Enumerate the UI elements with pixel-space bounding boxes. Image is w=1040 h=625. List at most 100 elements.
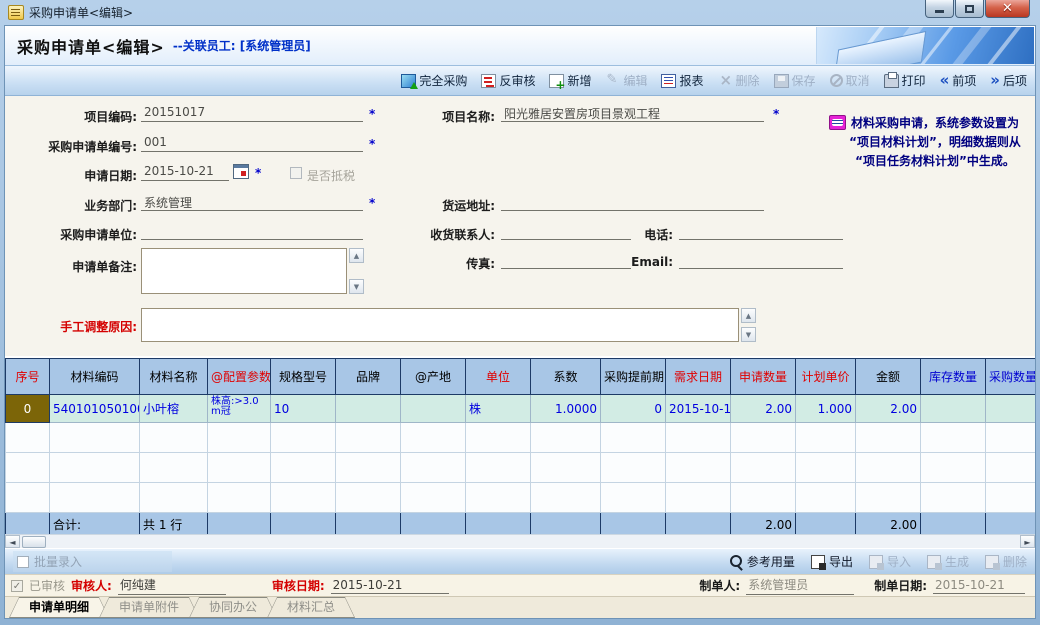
unapprove-button[interactable]: 反审核 [481,72,535,89]
email-field[interactable] [679,252,843,269]
col-header-amount[interactable]: 金额 [856,359,921,395]
export-button[interactable]: 导出 [811,553,853,570]
create-date-field[interactable]: 2015-10-21 [933,578,1025,594]
contact-field[interactable] [501,223,631,240]
delete-rows-button[interactable]: 删除 [985,553,1027,570]
scrollbar-thumb[interactable] [22,536,46,548]
audit-date-label: 审核日期: [272,577,325,594]
fax-field[interactable] [501,252,631,269]
col-header-stock-qty[interactable]: 库存数量 [921,359,986,395]
phone-field[interactable] [679,223,843,240]
cancel-button[interactable]: 取消 [830,72,870,89]
col-header-unit[interactable]: 单位 [466,359,531,395]
request-org-field[interactable] [141,223,363,240]
col-header-purchase-qty[interactable]: 采购数量 [986,359,1036,395]
empty-grid-row [6,423,1036,453]
maximize-button[interactable] [955,0,984,18]
creator-field[interactable]: 系统管理员 [746,576,854,595]
hint-line: “项目材料计划”，明细数据则从 [849,135,1021,149]
auditor-field[interactable]: 何纯建 [118,576,226,595]
tab-collaboration[interactable]: 协同办公 [189,597,277,618]
generate-button[interactable]: 生成 [927,553,969,570]
page-title: 采购申请单<编辑> [17,34,165,58]
cell-unit[interactable]: 株 [466,395,531,423]
previous-item-button[interactable]: «前项 [940,72,977,89]
cell-origin[interactable] [401,395,466,423]
row-index-cell[interactable]: 0 [6,395,50,423]
remark-scrollbar[interactable]: ▲▼ [349,248,364,294]
remark-textarea[interactable] [141,248,347,294]
request-date-field[interactable]: 2015-10-21 [141,164,229,181]
manual-reason-scrollbar[interactable]: ▲▼ [741,308,756,342]
cell-purchase-qty[interactable] [986,395,1036,423]
cell-material-code[interactable]: 540101050100007 [50,395,140,423]
batch-entry-checkbox[interactable] [17,556,29,568]
col-header-demand-date[interactable]: 需求日期 [666,359,731,395]
approved-checkbox[interactable]: ✓ [11,580,23,592]
cell-config-params[interactable]: 株高:>3.0m冠 [208,395,271,423]
manual-reason-textarea[interactable] [141,308,739,342]
close-button[interactable]: ✕ [985,0,1030,18]
cell-plan-price[interactable]: 1.000 [796,395,856,423]
cell-stock-qty[interactable] [921,395,986,423]
hint-line: “项目任务材料计划”中生成。 [855,154,1015,168]
import-button[interactable]: 导入 [869,553,911,570]
save-button[interactable]: 保存 [774,72,816,89]
email-label: Email: [613,255,673,269]
edit-button[interactable]: 编辑 [605,72,647,89]
col-header-origin[interactable]: @产地 [401,359,466,395]
cell-coefficient[interactable]: 1.0000 [531,395,601,423]
project-code-field[interactable]: 20151017 [141,105,363,122]
tab-request-attachments[interactable]: 申请单附件 [99,597,199,618]
tab-request-detail[interactable]: 申请单明细 [9,597,109,618]
scroll-left-icon[interactable]: ◄ [5,535,20,548]
add-button[interactable]: 新增 [549,72,591,89]
shipping-address-field[interactable] [501,194,764,211]
cancel-icon [830,74,843,87]
scroll-up-icon[interactable]: ▲ [349,248,364,263]
col-header-spec-model[interactable]: 规格型号 [271,359,336,395]
next-item-button[interactable]: »后项 [990,72,1027,89]
calendar-icon[interactable] [233,164,249,179]
print-button[interactable]: 打印 [884,72,926,89]
batch-entry-label: 批量录入 [34,553,82,570]
cell-amount[interactable]: 2.00 [856,395,921,423]
tax-checkbox[interactable] [290,167,302,179]
scroll-up-icon[interactable]: ▲ [741,308,756,323]
reference-usage-button[interactable]: 参考用量 [730,553,795,570]
report-button[interactable]: 报表 [661,72,703,89]
minimize-icon [935,10,944,13]
cell-lead-time[interactable]: 0 [601,395,666,423]
col-header-lead-time[interactable]: 采购提前期 [601,359,666,395]
request-no-field[interactable]: 001 [141,135,363,152]
cell-material-name[interactable]: 小叶榕 [140,395,208,423]
app-icon [8,5,24,20]
col-header-request-qty[interactable]: 申请数量 [731,359,796,395]
bottom-tabs: 申请单明细 申请单附件 协同办公 材料汇总 [5,596,1035,619]
col-header-brand[interactable]: 品牌 [336,359,401,395]
scroll-down-icon[interactable]: ▼ [349,279,364,294]
col-header-plan-price[interactable]: 计划单价 [796,359,856,395]
full-purchase-button[interactable]: 完全采购 [401,72,467,89]
audit-date-field[interactable]: 2015-10-21 [331,578,449,594]
project-name-field[interactable]: 阳光雅居安置房项目景观工程 [501,105,764,122]
col-header-config-params[interactable]: @配置参数 [208,359,271,395]
cell-spec-model[interactable]: 10 [271,395,336,423]
cell-demand-date[interactable]: 2015-10-19 [666,395,731,423]
col-header-coefficient[interactable]: 系数 [531,359,601,395]
tab-material-summary[interactable]: 材料汇总 [267,597,355,618]
decorative-graphic [816,27,1034,64]
col-header-material-name[interactable]: 材料名称 [140,359,208,395]
business-dept-field[interactable]: 系统管理 [141,194,363,211]
import-icon [869,555,883,569]
cell-request-qty[interactable]: 2.00 [731,395,796,423]
add-icon [549,74,564,88]
scroll-right-icon[interactable]: ► [1020,535,1035,548]
delete-button[interactable]: 删除 [718,72,760,89]
col-header-index[interactable]: 序号 [6,359,50,395]
window-content: 采购申请单<编辑> --关联员工: [系统管理员] 完全采购 反审核 新增 编辑… [4,25,1036,619]
cell-brand[interactable] [336,395,401,423]
minimize-button[interactable] [925,0,954,18]
col-header-material-code[interactable]: 材料编码 [50,359,140,395]
scroll-down-icon[interactable]: ▼ [741,327,756,342]
